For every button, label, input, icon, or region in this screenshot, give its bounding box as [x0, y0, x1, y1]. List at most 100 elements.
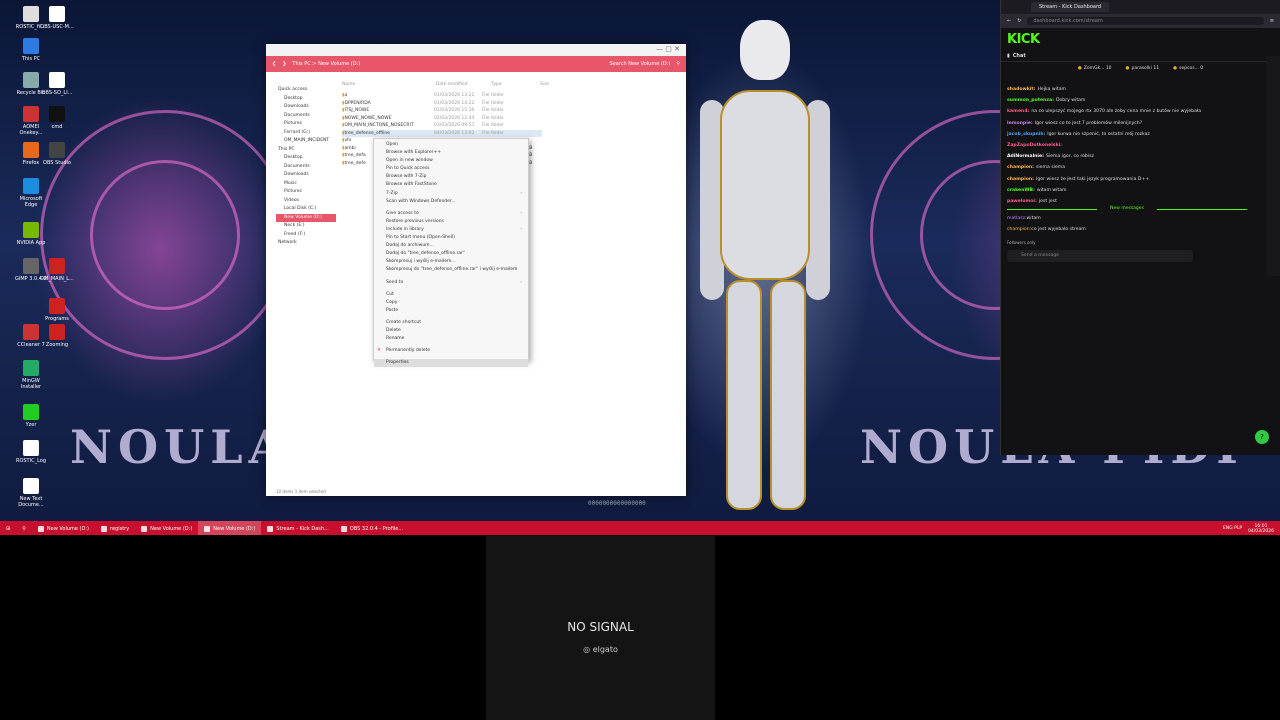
sidebar-item[interactable]: Documents — [276, 112, 336, 121]
desktop-icon[interactable]: cmd — [40, 106, 74, 130]
sidebar-item[interactable]: Videos — [276, 197, 336, 206]
sidebar-item[interactable]: Network — [276, 239, 336, 248]
menu-item[interactable]: Create shortcut — [374, 319, 528, 327]
sidebar-item[interactable]: Neck (E:) — [276, 222, 336, 231]
clock[interactable]: 16:01 04/03/2026 — [1248, 524, 1274, 534]
chat-input[interactable]: Send a message — [1007, 250, 1193, 262]
sidebar-item[interactable]: Desktop — [276, 95, 336, 104]
back-arrow-icon[interactable]: ❮ — [272, 61, 276, 67]
sidebar-item[interactable]: Music — [276, 180, 336, 189]
column-header[interactable]: Type — [491, 82, 526, 87]
search-button[interactable]: ⚲ — [16, 521, 32, 535]
sidebar-item[interactable]: Pictures — [276, 120, 336, 129]
address-path[interactable]: This PC > New Volume (D:) — [292, 61, 603, 67]
menu-item[interactable]: Skompresuj do "tree_defense_offline.rar"… — [374, 266, 528, 274]
menu-item[interactable]: Give access to › — [374, 210, 528, 218]
new-messages-divider[interactable]: New messages — [1007, 206, 1247, 212]
column-header[interactable]: Name — [342, 82, 422, 87]
table-row[interactable]: ▮ ITSJ_NOWE 01/03/2026 15:10 File folder — [342, 107, 542, 115]
menu-item[interactable]: Skompresuj i wyślij e-mailem... — [374, 258, 528, 266]
language-indicator[interactable]: ENG PLP — [1223, 526, 1242, 531]
desktop-icon[interactable]: OM_MAIN_L... — [40, 258, 74, 282]
chat-username[interactable]: crakenWB: — [1007, 188, 1035, 193]
table-row[interactable]: ▮ DPPEN/RDA 01/03/2026 14:22 File folder — [342, 100, 542, 108]
desktop-icon[interactable]: OBS Studio — [40, 142, 74, 166]
sidebar-item[interactable]: Downloads — [276, 171, 336, 180]
sidebar-item[interactable]: Freed (F:) — [276, 231, 336, 240]
menu-item[interactable]: Dodaj do archiwum... — [374, 242, 528, 250]
reload-icon[interactable]: ↻ — [1017, 18, 1021, 24]
menu-item[interactable]: Browse with FastStone — [374, 181, 528, 189]
desktop-icon[interactable]: MinGW Installer — [14, 360, 48, 390]
desktop-icon[interactable]: NVIDIA App — [14, 222, 48, 246]
desktop-icon[interactable]: New Text Docume... — [14, 478, 48, 508]
sidebar-item[interactable]: Downloads — [276, 103, 336, 112]
menu-item[interactable]: Pin to Start menu (Open-Shell) — [374, 234, 528, 242]
menu-item[interactable]: Send to › — [374, 279, 528, 287]
help-icon[interactable]: ? — [1255, 430, 1269, 444]
taskbar-item[interactable]: New Volume (D:) — [32, 521, 95, 535]
chat-username[interactable]: ZapZapoDotkonelski: — [1007, 143, 1062, 148]
chat-username[interactable]: matlasz: — [1007, 216, 1027, 221]
sidebar-item[interactable]: Local Disk (C:) — [276, 205, 336, 214]
sidebar-item[interactable]: Pictures — [276, 188, 336, 197]
sidebar-item[interactable]: OM_MAIN_INCIDENT — [276, 137, 336, 146]
menu-item[interactable]: Cut — [374, 291, 528, 299]
chat-username[interactable]: lemonpie: — [1007, 121, 1033, 126]
desktop-icon[interactable]: Yzer — [14, 404, 48, 428]
menu-item[interactable]: Pin to Quick access — [374, 165, 528, 173]
menu-item[interactable]: Scan with Windows Defender... — [374, 198, 528, 206]
sidebar-item[interactable]: Documents — [276, 163, 336, 172]
menu-item[interactable]: Browse with Explorer++ — [374, 149, 528, 157]
taskbar-item[interactable]: Stream - Kick Dash... — [261, 521, 334, 535]
gifter[interactable]: sepcos... 0 — [1173, 66, 1203, 71]
chat-username[interactable]: champion: — [1007, 227, 1031, 232]
back-arrow-icon[interactable]: ← — [1007, 18, 1011, 24]
menu-item[interactable]: Copy — [374, 299, 528, 307]
menu-item[interactable]: Open — [374, 141, 528, 149]
desktop-icon[interactable]: ROSTIC_Log — [14, 440, 48, 464]
dashboard-side-toolbar[interactable] — [1266, 56, 1280, 276]
url-bar[interactable]: dashboard.kick.com/stream — [1027, 17, 1264, 25]
table-row[interactable]: ▮ OM_MAIN_INCTONE_NOSECRIT 03/03/2026 09:… — [342, 122, 542, 130]
gifter[interactable]: ZomGk... 10 — [1078, 66, 1112, 71]
desktop-icon[interactable]: Programs — [40, 298, 74, 322]
menu-item[interactable]: Permanently delete — [374, 347, 528, 355]
chat-username[interactable]: jacob_skupnik: — [1007, 132, 1045, 137]
taskbar-item[interactable]: OBS 32.0.4 - Profile... — [335, 521, 409, 535]
table-row[interactable]: ▮ tree_defense_offline 04/03/2026 13:02 Fi… — [342, 129, 542, 137]
sidebar-item[interactable]: Ferrard (G:) — [276, 129, 336, 138]
taskbar-item[interactable]: New Volume (D:) — [135, 521, 198, 535]
chat-username[interactable]: AdiNormalnie: — [1007, 154, 1044, 159]
taskbar-item[interactable]: New Volume (D:) — [198, 521, 262, 535]
forward-arrow-icon[interactable]: ❯ — [282, 61, 286, 67]
menu-item[interactable]: Browse with 7-Zip — [374, 173, 528, 181]
desktop-icon[interactable]: This PC — [14, 38, 48, 62]
chat-username[interactable]: kamen4: — [1007, 109, 1029, 114]
chat-username[interactable]: champion: — [1007, 177, 1034, 182]
window-controls[interactable]: — ▢ ✕ — [656, 45, 680, 53]
desktop-icon[interactable]: OBS-USC-M... — [40, 6, 74, 30]
desktop-icon[interactable]: Zooming — [40, 324, 74, 348]
desktop-icon[interactable]: Microsoft Edge — [14, 178, 48, 208]
chat-username[interactable]: champion: — [1007, 165, 1034, 170]
desktop-icon[interactable]: OBS-SO_LI... — [40, 72, 74, 96]
search-input[interactable]: Search New Volume (D:) — [609, 61, 670, 67]
column-header[interactable]: Date modified — [436, 82, 478, 87]
menu-item[interactable]: Open in new window — [374, 157, 528, 165]
column-header[interactable]: Size — [540, 82, 566, 87]
sidebar-item[interactable]: Desktop — [276, 154, 336, 163]
kick-logo[interactable]: KICK — [1007, 32, 1040, 47]
sidebar-item[interactable]: New Volume (D:) — [276, 213, 336, 222]
menu-item[interactable]: Restore previous versions — [374, 218, 528, 226]
menu-item[interactable]: Delete — [374, 327, 528, 335]
taskbar-item[interactable]: registry — [95, 521, 135, 535]
chat-username[interactable]: pawelomoi: — [1007, 199, 1037, 204]
menu-icon[interactable]: ≡ — [1270, 18, 1274, 24]
browser-tab[interactable]: Stream - Kick Dashboard — [1031, 2, 1110, 12]
menu-item[interactable]: Dodaj do "tree_defense_offline.rar" — [374, 250, 528, 258]
menu-item[interactable]: Include in library › — [374, 226, 528, 234]
table-row[interactable]: ▮ NOWE_NOWE_NOWE 02/03/2026 12:44 File fol… — [342, 115, 542, 123]
sidebar-item[interactable]: Quick access — [276, 86, 336, 95]
explorer-titlebar[interactable]: — ▢ ✕ — [266, 44, 686, 56]
